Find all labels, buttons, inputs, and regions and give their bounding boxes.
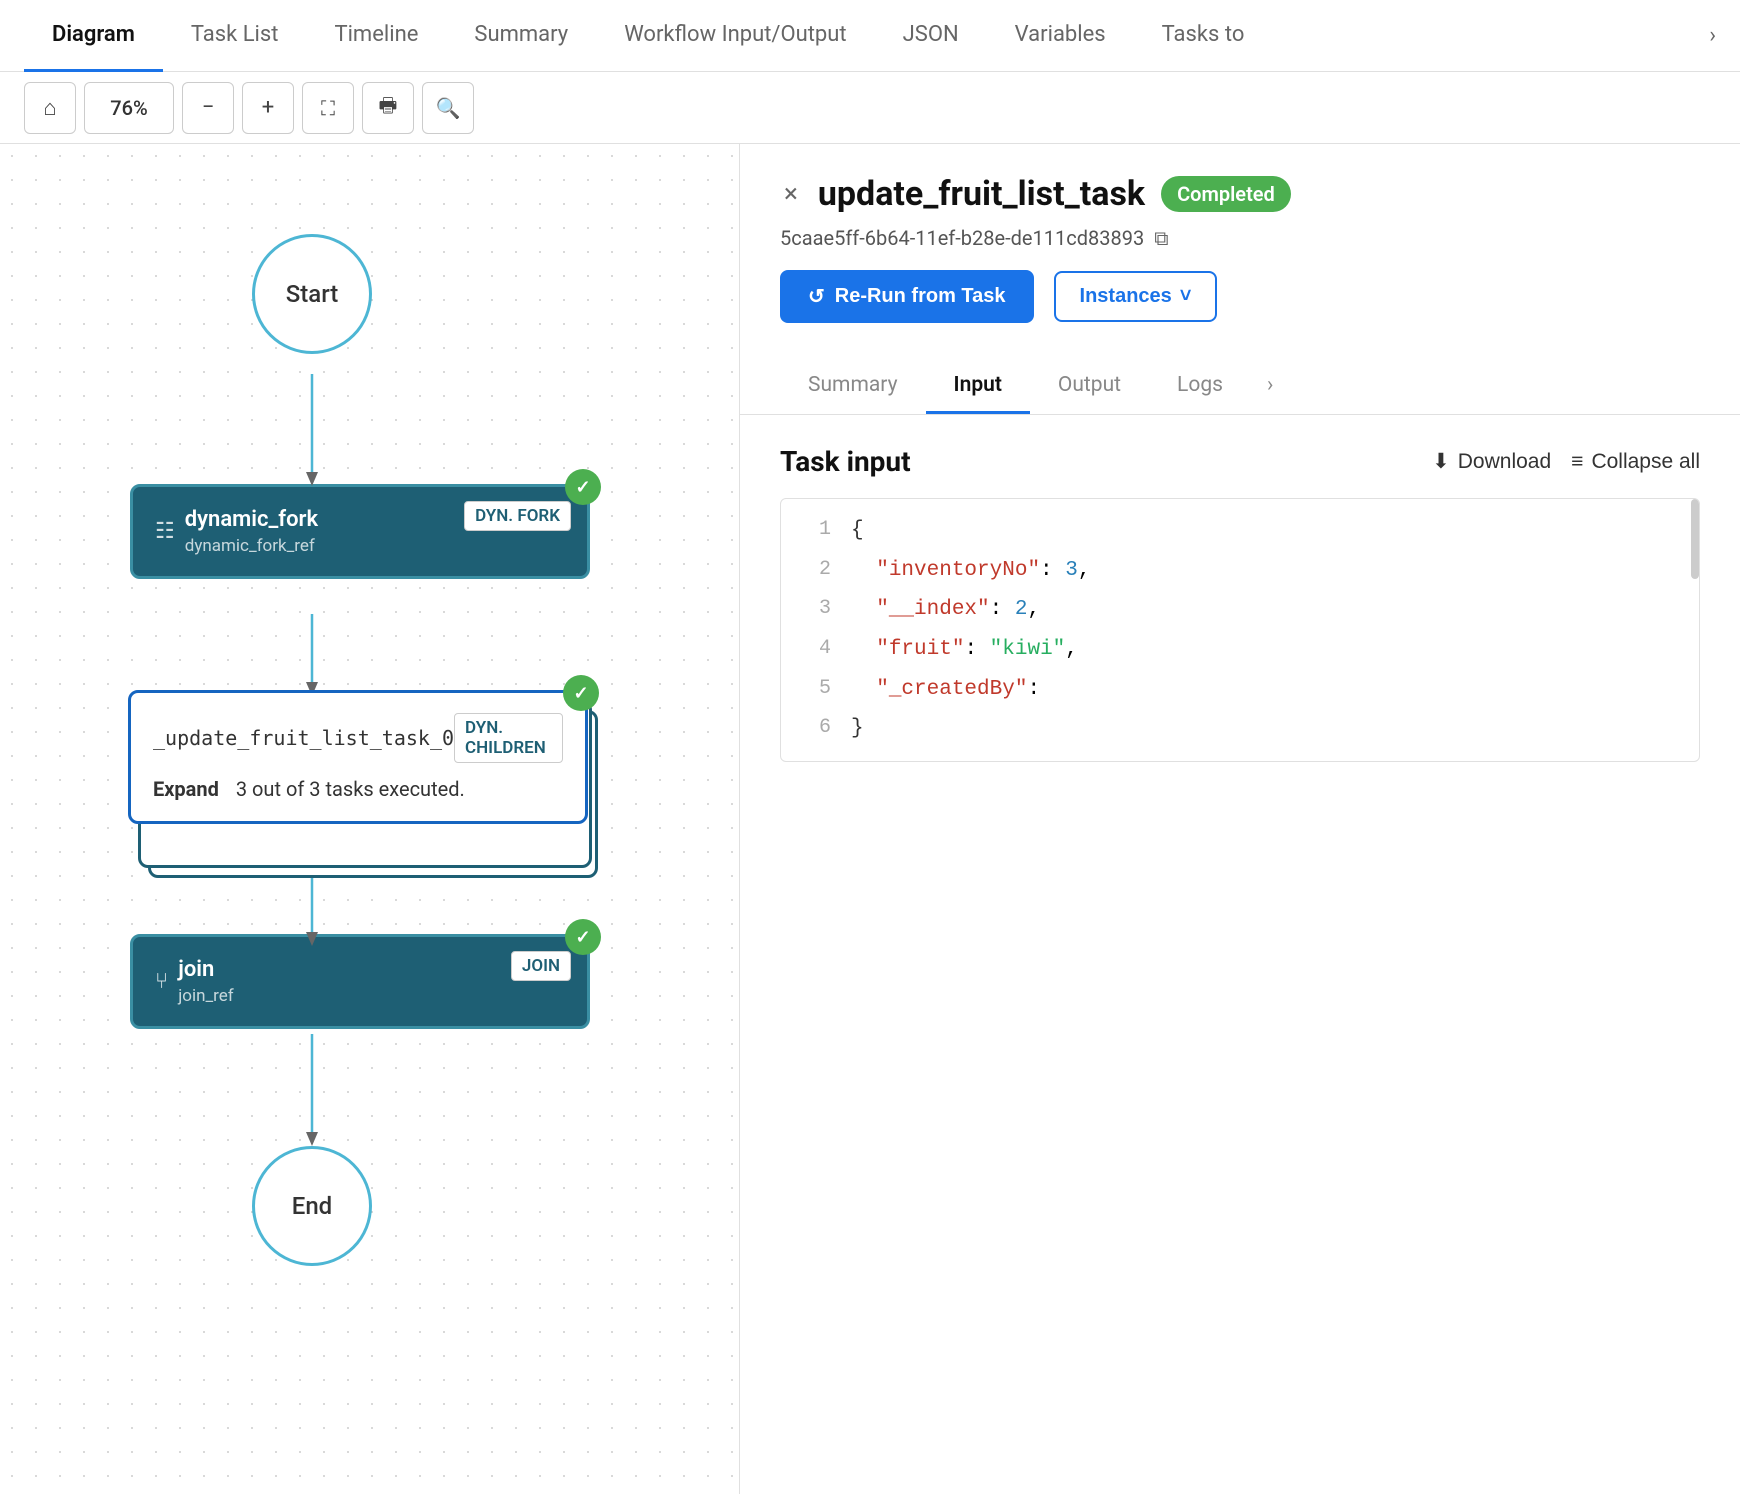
end-node[interactable]: End bbox=[252, 1146, 372, 1266]
tab-json[interactable]: JSON bbox=[875, 0, 987, 72]
panel-tabs-more[interactable]: › bbox=[1251, 359, 1289, 414]
close-button[interactable]: × bbox=[780, 175, 802, 213]
code-line-4: 4 "fruit": "kiwi", bbox=[801, 630, 1679, 670]
children-node-tag: DYN. CHILDREN bbox=[454, 713, 563, 763]
zoom-level: 76% bbox=[84, 82, 174, 134]
main-content: Start ✓ ☷ dynamic_fork dynamic_fork_ref … bbox=[0, 144, 1740, 1494]
start-node[interactable]: Start bbox=[252, 234, 372, 354]
print-icon: 🖶 bbox=[379, 91, 398, 125]
code-line-2: 2 "inventoryNo": 3, bbox=[801, 551, 1679, 591]
code-line-6: 6 } bbox=[801, 709, 1679, 749]
status-badge: Completed bbox=[1161, 176, 1291, 212]
tab-diagram[interactable]: Diagram bbox=[24, 0, 163, 72]
download-icon: ⬇ bbox=[1432, 449, 1450, 474]
zoom-out-icon: − bbox=[202, 95, 215, 120]
diagram-toolbar: ⌂ 76% − + ⛶ 🖶 🔍 bbox=[0, 72, 1740, 144]
tab-input-panel[interactable]: Input bbox=[926, 359, 1030, 414]
panel-uuid: 5caae5ff-6b64-11ef-b28e-de111cd83893 ⧉ bbox=[780, 226, 1700, 250]
join-icon: ⑂ bbox=[155, 969, 168, 994]
zoom-out-button[interactable]: − bbox=[182, 82, 234, 134]
tab-tasks-to[interactable]: Tasks to bbox=[1134, 0, 1273, 72]
tab-summary-panel[interactable]: Summary bbox=[780, 359, 926, 414]
print-button[interactable]: 🖶 bbox=[362, 82, 414, 134]
tab-variables[interactable]: Variables bbox=[987, 0, 1134, 72]
fork-node[interactable]: ✓ ☷ dynamic_fork dynamic_fork_ref DYN. F… bbox=[130, 484, 590, 579]
diagram-canvas[interactable]: Start ✓ ☷ dynamic_fork dynamic_fork_ref … bbox=[0, 144, 740, 1494]
fit-button[interactable]: ⛶ bbox=[302, 82, 354, 134]
children-node-name: _update_fruit_list_task_0 bbox=[153, 726, 454, 750]
join-node[interactable]: ✓ ⑂ join join_ref JOIN bbox=[130, 934, 590, 1029]
search-button[interactable]: 🔍 bbox=[422, 82, 474, 134]
fork-icon: ☷ bbox=[155, 519, 175, 544]
rerun-button[interactable]: ↺ Re-Run from Task bbox=[780, 270, 1034, 323]
tab-workflow-io[interactable]: Workflow Input/Output bbox=[596, 0, 874, 72]
tasks-info: 3 out of 3 tasks executed. bbox=[236, 777, 465, 801]
zoom-in-icon: + bbox=[262, 95, 274, 120]
task-input-actions: ⬇ Download ≡ Collapse all bbox=[1432, 449, 1700, 474]
join-success-badge: ✓ bbox=[565, 919, 601, 955]
search-icon: 🔍 bbox=[436, 96, 461, 120]
task-input-title: Task input bbox=[780, 445, 911, 478]
rerun-icon: ↺ bbox=[808, 284, 825, 309]
code-line-1: 1 { bbox=[801, 511, 1679, 551]
fork-success-badge: ✓ bbox=[565, 469, 601, 505]
tab-task-list[interactable]: Task List bbox=[163, 0, 307, 72]
instances-button[interactable]: Instances ˅ bbox=[1054, 271, 1218, 322]
home-icon: ⌂ bbox=[43, 95, 56, 121]
code-line-3: 3 "__index": 2, bbox=[801, 590, 1679, 630]
panel-tabs: Summary Input Output Logs › bbox=[780, 359, 1700, 414]
scroll-indicator bbox=[1691, 499, 1699, 579]
fit-icon: ⛶ bbox=[321, 96, 335, 120]
code-line-5: 5 "_createdBy": bbox=[801, 670, 1679, 710]
children-node[interactable]: ✓ _update_fruit_list_task_0 DYN. CHILDRE… bbox=[128, 690, 588, 824]
children-success-badge: ✓ bbox=[563, 675, 599, 711]
panel-title-row: × update_fruit_list_task Completed bbox=[780, 174, 1700, 214]
tab-output-panel[interactable]: Output bbox=[1030, 359, 1149, 414]
tab-summary[interactable]: Summary bbox=[446, 0, 596, 72]
copy-uuid-button[interactable]: ⧉ bbox=[1154, 226, 1168, 250]
right-panel: × update_fruit_list_task Completed 5caae… bbox=[740, 144, 1740, 1494]
instances-chevron-icon: ˅ bbox=[1180, 285, 1192, 308]
panel-title: update_fruit_list_task bbox=[818, 174, 1145, 214]
task-input-header: Task input ⬇ Download ≡ Collapse all bbox=[780, 445, 1700, 478]
collapse-button[interactable]: ≡ Collapse all bbox=[1571, 450, 1700, 474]
expand-label[interactable]: Expand bbox=[153, 777, 219, 801]
tab-logs-panel[interactable]: Logs bbox=[1149, 359, 1251, 414]
home-button[interactable]: ⌂ bbox=[24, 82, 76, 134]
collapse-icon: ≡ bbox=[1571, 450, 1583, 474]
panel-header: × update_fruit_list_task Completed 5caae… bbox=[740, 144, 1740, 415]
top-navigation: Diagram Task List Timeline Summary Workf… bbox=[0, 0, 1740, 72]
nav-more-chevron[interactable]: › bbox=[1709, 23, 1716, 48]
download-button[interactable]: ⬇ Download bbox=[1432, 449, 1551, 474]
zoom-in-button[interactable]: + bbox=[242, 82, 294, 134]
panel-body: Task input ⬇ Download ≡ Collapse all bbox=[740, 415, 1740, 1494]
tab-timeline[interactable]: Timeline bbox=[306, 0, 446, 72]
code-block: 1 { 2 "inventoryNo": 3, 3 " bbox=[780, 498, 1700, 762]
